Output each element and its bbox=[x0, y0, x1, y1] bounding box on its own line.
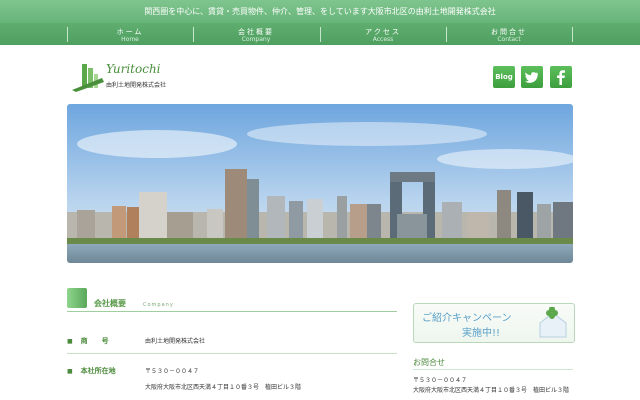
building-logo-icon bbox=[72, 64, 104, 92]
banner-line2: 実施中!! bbox=[462, 328, 501, 339]
section-marker-icon bbox=[67, 288, 87, 308]
section-underline bbox=[67, 311, 397, 312]
facebook-icon bbox=[557, 70, 565, 85]
row-divider bbox=[67, 353, 397, 354]
top-tagline-bar: 関西圏を中心に、賃貸・売買物件、仲介、管理、をしています大阪市北区の由利土地開発… bbox=[0, 0, 640, 23]
nav-divider bbox=[572, 27, 573, 42]
sidebar-contact-title: お問合せ bbox=[413, 358, 445, 367]
company-section-en: Company bbox=[143, 302, 174, 308]
row-value-postal: 〒５３０－００４７ bbox=[145, 368, 200, 375]
nav-company-en: Company bbox=[241, 36, 271, 43]
row-value-name: 由利土地開発株式会社 bbox=[145, 338, 206, 345]
tagline-text: 関西圏を中心に、賃貸・売買物件、仲介、管理、をしています大阪市北区の由利土地開発… bbox=[144, 7, 496, 16]
twitter-icon bbox=[524, 72, 539, 83]
sidebar-address: 大阪府大阪市北区西天満４丁目１０番３号 植田ビル３階 bbox=[413, 387, 570, 394]
row-label-address: 本社所在地 bbox=[67, 366, 116, 376]
row-value-address: 大阪府大阪市北区西天満４丁目１０番３号 植田ビル３階 bbox=[145, 384, 302, 391]
banner-line1: ご紹介キャンペーン bbox=[422, 313, 512, 324]
main-nav: ホーム Home 会社概要 Company アクセス Access お問合せ C… bbox=[0, 23, 640, 45]
site-logo[interactable]: Yuritochi 由利土地開発株式会社 bbox=[72, 62, 172, 92]
company-section-header: 会社概要 Company bbox=[67, 288, 397, 312]
nav-contact[interactable]: お問合せ Contact bbox=[446, 23, 572, 45]
logo-script: Yuritochi bbox=[106, 62, 161, 76]
sidebar-postal: 〒５３０－００４７ bbox=[413, 377, 468, 384]
company-section-title: 会社概要 bbox=[94, 299, 126, 308]
hero-skyline-image bbox=[67, 104, 573, 263]
house-clover-icon bbox=[539, 307, 567, 338]
facebook-button[interactable] bbox=[550, 66, 572, 88]
nav-home-en: Home bbox=[121, 36, 139, 43]
nav-access-en: Access bbox=[372, 36, 394, 43]
nav-home[interactable]: ホーム Home bbox=[67, 23, 193, 45]
blog-button[interactable]: Blog bbox=[493, 66, 515, 88]
logo-company-name: 由利土地開発株式会社 bbox=[106, 82, 167, 89]
twitter-button[interactable] bbox=[521, 66, 543, 88]
nav-contact-en: Contact bbox=[497, 36, 521, 43]
referral-campaign-banner[interactable]: ご紹介キャンペーン 実施中!! bbox=[413, 303, 575, 343]
city-skyline-illustration bbox=[67, 104, 573, 263]
nav-access[interactable]: アクセス Access bbox=[320, 23, 446, 45]
sidebar-divider bbox=[413, 369, 573, 370]
row-label-name: 商 号 bbox=[67, 336, 109, 346]
nav-company[interactable]: 会社概要 Company bbox=[193, 23, 319, 45]
